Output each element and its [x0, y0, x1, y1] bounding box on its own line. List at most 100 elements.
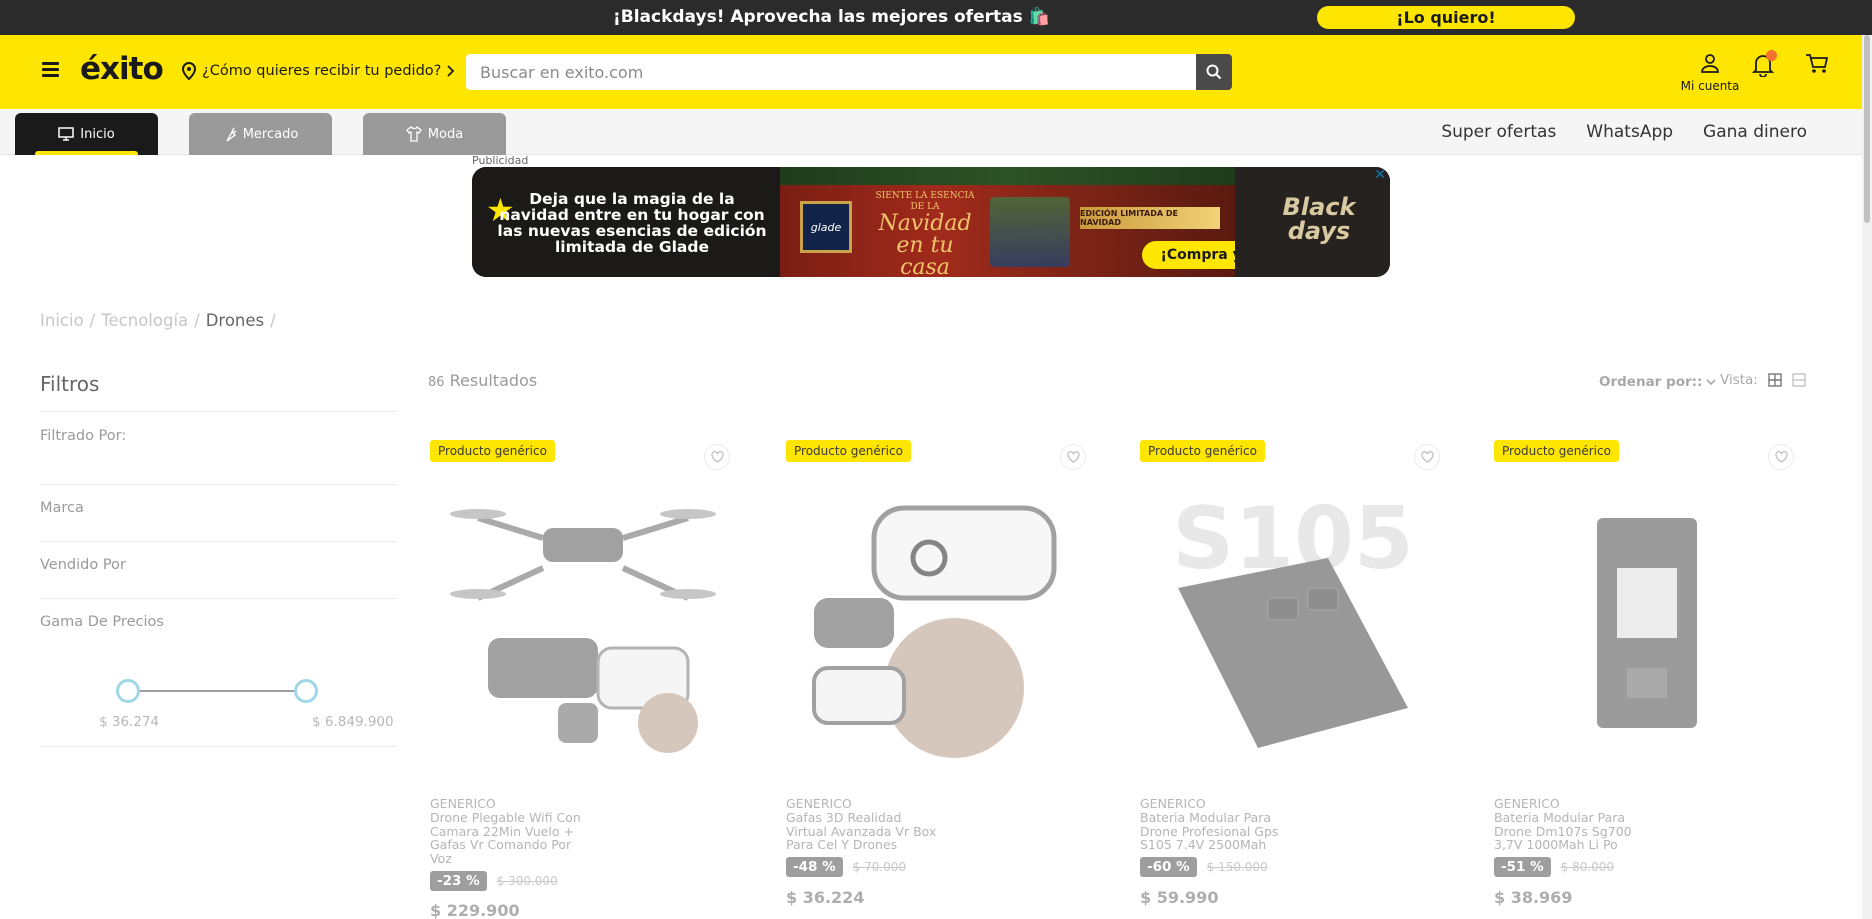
ad-close-icon[interactable]: ✕ — [1374, 167, 1386, 183]
promo-cta-button[interactable]: ¡Lo quiero! — [1317, 6, 1575, 29]
tab-label: Moda — [427, 126, 464, 142]
breadcrumb-separator: / — [194, 311, 200, 330]
nav-link-whatsapp[interactable]: WhatsApp — [1586, 122, 1673, 142]
view-toggle: Vista: — [1720, 372, 1806, 388]
chevron-right-icon — [447, 65, 455, 77]
search-icon — [1206, 64, 1222, 80]
exito-logo[interactable]: éxito — [80, 51, 164, 87]
discount-badge: -51 % — [1494, 857, 1551, 877]
results-count: 86 Resultados — [428, 371, 537, 390]
divider — [40, 746, 397, 747]
product-card[interactable]: Producto genérico GENERICO Bateria Modul… — [1492, 438, 1822, 919]
page-scrollbar[interactable] — [1862, 35, 1872, 919]
account-button[interactable]: Mi cuenta — [1680, 53, 1740, 93]
old-price: $ 80.000 — [1560, 860, 1615, 874]
drone-vr-image[interactable] — [448, 488, 718, 758]
filter-marca[interactable]: Marca — [40, 500, 84, 516]
discount-badge: -60 % — [1140, 857, 1197, 877]
filter-vendido-por[interactable]: Vendido Por — [40, 557, 126, 573]
ad-navidad-small: SIENTE LA ESENCIA DE LA — [875, 191, 975, 212]
product-price: $ 38.969 — [1494, 888, 1573, 907]
tab-mercado[interactable]: Mercado — [189, 113, 332, 155]
product-brand: GENERICO — [430, 796, 496, 811]
price-max-value: $ 6.849.900 — [312, 714, 394, 730]
discount-badge: -48 % — [786, 857, 843, 877]
breadcrumb-separator: / — [89, 311, 96, 330]
menu-icon[interactable] — [42, 62, 59, 77]
results-label: Resultados — [449, 371, 538, 390]
ad-blackdays-panel: Black days — [1235, 167, 1390, 277]
product-price: $ 59.990 — [1140, 888, 1219, 907]
price-slider-track[interactable] — [128, 690, 306, 692]
blackdays-logo: Black days — [1282, 193, 1356, 245]
product-title[interactable]: Bateria Modular Para Drone Dm107s Sg700 … — [1494, 811, 1649, 852]
heart-icon[interactable] — [1768, 444, 1794, 470]
sort-dropdown[interactable]: Ordenar por:: — [1599, 374, 1717, 390]
location-pin-icon — [182, 62, 196, 80]
price-slider-min-handle[interactable] — [116, 679, 140, 703]
discount-row: -51 % $ 80.000 — [1494, 857, 1614, 877]
old-price: $ 300.000 — [496, 874, 558, 888]
product-card[interactable]: Producto genérico S105 GENERICO Bateria … — [1138, 438, 1468, 919]
cart-button[interactable] — [1805, 53, 1829, 79]
cart-icon — [1806, 54, 1829, 73]
product-card[interactable]: Producto genérico GENERICO Drone Plegabl… — [428, 438, 758, 919]
battery-dm107s-image[interactable] — [1512, 488, 1782, 758]
tab-moda[interactable]: Moda — [363, 113, 506, 155]
vr-box-image[interactable] — [804, 488, 1074, 758]
generic-badge: Producto genérico — [1140, 440, 1265, 462]
price-min-value: $ 36.274 — [99, 714, 160, 730]
promo-bar: ¡Blackdays! Aprovecha las mejores oferta… — [0, 0, 1872, 35]
grid-view-icon[interactable] — [1768, 373, 1782, 387]
heart-icon[interactable] — [1060, 444, 1086, 470]
divider — [40, 411, 397, 412]
breadcrumb-item[interactable]: Inicio — [40, 311, 84, 330]
ad-copy-panel: ★ Deja que la magia de la navidad entre … — [472, 167, 780, 277]
product-price: $ 229.900 — [430, 901, 520, 919]
delivery-selector[interactable]: ¿Cómo quieres recibir tu pedido? — [182, 62, 455, 80]
product-brand: GENERICO — [786, 796, 852, 811]
breadcrumb-item[interactable]: Tecnología — [101, 311, 188, 330]
breadcrumb-current: Drones — [205, 311, 265, 330]
filters-title: Filtros — [40, 372, 100, 396]
delivery-label: ¿Cómo quieres recibir tu pedido? — [202, 63, 442, 79]
ad-label: Publicidad — [472, 154, 529, 167]
results-number: 86 — [428, 375, 445, 390]
promo-text: ¡Blackdays! Aprovecha las mejores oferta… — [613, 7, 1050, 27]
scrollbar-thumb[interactable] — [1864, 35, 1870, 223]
ad-navidad-text: SIENTE LA ESENCIA DE LA Navidad en tu ca… — [870, 191, 980, 277]
search-button[interactable] — [1196, 54, 1232, 90]
chevron-down-icon — [1706, 378, 1717, 385]
tab-inicio[interactable]: Inicio — [15, 113, 158, 155]
nav-link-super-ofertas[interactable]: Super ofertas — [1441, 122, 1556, 142]
ad-banner[interactable]: ★ Deja que la magia de la navidad entre … — [472, 167, 1390, 277]
old-price: $ 150.000 — [1206, 860, 1268, 874]
product-brand: GENERICO — [1140, 796, 1206, 811]
tab-label: Mercado — [242, 126, 299, 142]
product-card[interactable]: Producto genérico GENERICO Gafas 3D Real… — [784, 438, 1114, 919]
product-price: $ 36.224 — [786, 888, 865, 907]
ad-visual-panel: glade SIENTE LA ESENCIA DE LA Navidad en… — [780, 167, 1276, 277]
divider — [40, 484, 397, 485]
list-view-icon[interactable] — [1792, 373, 1806, 387]
product-title[interactable]: Bateria Modular Para Drone Profesional G… — [1140, 811, 1295, 852]
user-icon — [1701, 54, 1719, 73]
heart-icon[interactable] — [1414, 444, 1440, 470]
product-title[interactable]: Gafas 3D Realidad Virtual Avanzada Vr Bo… — [786, 811, 941, 852]
heart-icon[interactable] — [704, 444, 730, 470]
breadcrumb-separator: / — [270, 311, 276, 330]
search-input[interactable] — [480, 54, 1180, 90]
main-header: éxito ¿Cómo quieres recibir tu pedido? M… — [0, 35, 1862, 109]
filtered-by-label: Filtrado Por: — [40, 428, 127, 444]
product-title[interactable]: Drone Plegable Wifi Con Camara 22Min Vue… — [430, 811, 585, 865]
notifications-button[interactable] — [1751, 50, 1777, 81]
battery-s105-image[interactable]: S105 — [1158, 488, 1428, 758]
carrot-icon — [226, 127, 237, 142]
nav-link-gana-dinero[interactable]: Gana dinero — [1703, 122, 1807, 142]
glade-logo: glade — [800, 201, 852, 253]
filter-gama-precios[interactable]: Gama De Precios — [40, 614, 164, 630]
category-nav: Inicio Mercado Moda Super ofertas WhatsA… — [0, 109, 1862, 155]
price-slider-max-handle[interactable] — [294, 679, 318, 703]
nav-links: Super ofertas WhatsApp Gana dinero — [1441, 122, 1807, 142]
search-bar — [466, 54, 1232, 90]
